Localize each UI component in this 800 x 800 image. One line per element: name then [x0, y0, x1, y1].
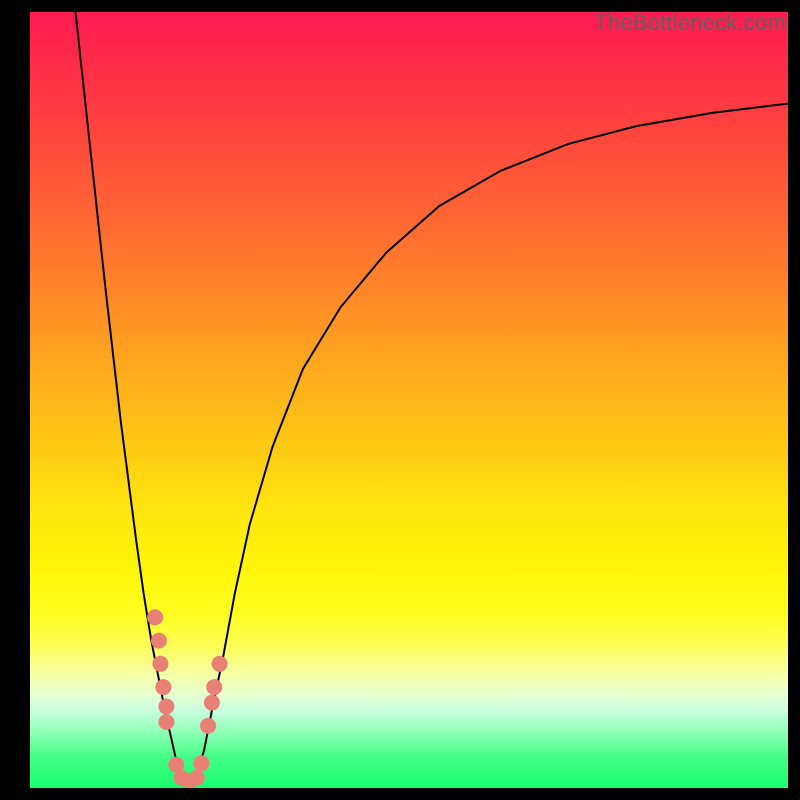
curve-lines [76, 12, 789, 783]
chart-frame: TheBottleneck.com [0, 0, 800, 800]
watermark-text: TheBottleneck.com [594, 10, 786, 36]
marker-group [147, 609, 227, 788]
marker-dot [189, 770, 205, 786]
curve-right-branch [197, 104, 788, 777]
marker-dot [204, 695, 220, 711]
marker-dot [200, 718, 216, 734]
plot-area [30, 12, 788, 788]
marker-dot [152, 656, 168, 672]
marker-dot [158, 714, 174, 730]
marker-dot [151, 633, 167, 649]
marker-dot [147, 609, 163, 625]
marker-dot [155, 679, 171, 695]
curve-layer [30, 12, 788, 788]
marker-dot [212, 656, 228, 672]
marker-dot [158, 699, 174, 715]
marker-dot [193, 755, 209, 771]
marker-dot [206, 679, 222, 695]
